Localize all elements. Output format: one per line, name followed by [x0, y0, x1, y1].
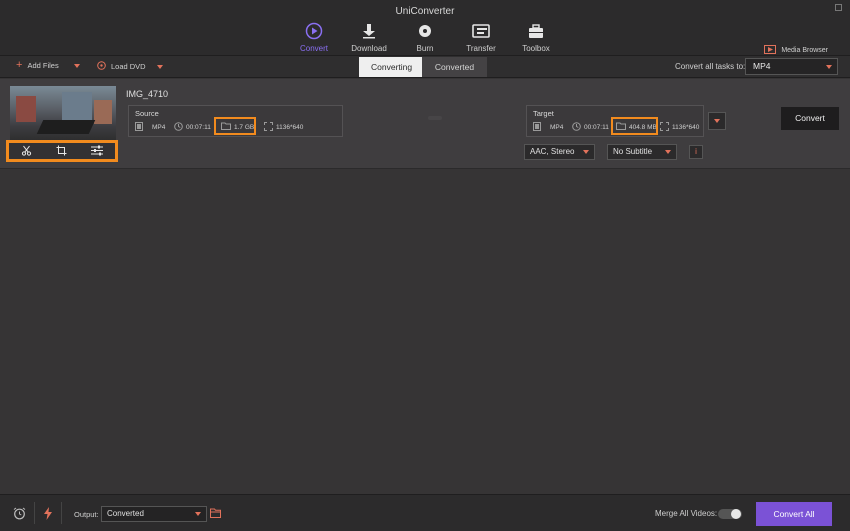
info-icon[interactable]: i	[689, 145, 703, 159]
convert-all-format-select[interactable]: MP4	[745, 58, 838, 75]
app-title: UniConverter	[395, 6, 455, 17]
load-dvd-button[interactable]: Load DVD	[97, 61, 163, 72]
top-toolbar: UniConverter Convert Download Burn Trans…	[0, 0, 850, 56]
bottom-bar: Output: Converted Merge All Videos: Conv…	[0, 494, 850, 531]
subtitle-select[interactable]: No Subtitle	[607, 144, 677, 160]
merge-label: Merge All Videos:	[655, 509, 718, 518]
task-row: IMG_4710 Source MP4 00:07:11 1.7 GB 1136…	[0, 79, 850, 169]
source-size-highlight	[214, 117, 256, 135]
nav-label: Toolbox	[522, 44, 550, 53]
clock-icon	[572, 122, 581, 133]
tab-converting[interactable]: Converting	[359, 57, 422, 77]
media-browser-icon	[764, 44, 777, 56]
nav-toolbox[interactable]: Toolbox	[522, 22, 550, 56]
chevron-down-icon	[583, 150, 589, 154]
chevron-down-icon	[714, 119, 720, 123]
target-size-highlight	[611, 117, 658, 135]
source-resolution: 1136*640	[264, 122, 303, 133]
add-files-button[interactable]: + Add Files	[16, 59, 80, 71]
nav-label: Download	[351, 44, 387, 53]
nav-label: Burn	[416, 44, 434, 53]
burn-icon	[416, 22, 434, 40]
clock-icon	[174, 122, 183, 133]
chevron-down-icon	[826, 65, 832, 69]
target-format: MP4	[533, 122, 563, 133]
tab-switcher: Converting Converted	[359, 57, 487, 77]
folder-open-icon[interactable]	[209, 506, 223, 520]
video-file-icon	[533, 122, 541, 133]
window-icon[interactable]	[835, 4, 842, 11]
convert-all-button[interactable]: Convert All	[756, 502, 832, 526]
target-duration: 00:07:11	[572, 122, 609, 133]
source-title: Source	[135, 109, 159, 118]
toolbox-icon	[527, 22, 545, 40]
arrow-indicator	[428, 116, 442, 120]
nav-download[interactable]: Download	[351, 22, 387, 56]
convert-button[interactable]: Convert	[781, 107, 839, 130]
dvd-icon	[97, 61, 106, 72]
sub-toolbar: + Add Files Load DVD Converting Converte…	[0, 56, 850, 78]
trim-icon[interactable]	[21, 145, 32, 158]
convert-icon	[305, 22, 323, 40]
nav-transfer[interactable]: Transfer	[466, 22, 496, 56]
convert-all-label: Convert all tasks to:	[675, 62, 746, 71]
format-value: MP4	[753, 61, 771, 71]
source-format: MP4	[135, 122, 165, 133]
transfer-icon	[472, 22, 490, 40]
nav-convert[interactable]: Convert	[300, 22, 328, 56]
alarm-clock-icon[interactable]	[12, 506, 26, 520]
output-label: Output:	[74, 510, 99, 519]
output-select[interactable]: Converted	[101, 506, 207, 522]
nav-label: Transfer	[466, 44, 496, 53]
chevron-down-icon[interactable]	[156, 64, 163, 69]
plus-icon: +	[16, 59, 23, 71]
target-resolution: 1136*640	[660, 122, 699, 133]
chevron-down-icon	[665, 150, 671, 154]
file-name: IMG_4710	[126, 89, 169, 99]
edit-tools	[6, 140, 118, 162]
download-icon	[360, 22, 378, 40]
add-files-label: Add Files	[27, 61, 59, 70]
audio-select[interactable]: AAC, Stereo	[524, 144, 595, 160]
video-file-icon	[135, 122, 143, 133]
load-dvd-label: Load DVD	[111, 62, 146, 71]
target-title: Target	[533, 109, 554, 118]
resolution-icon	[264, 122, 273, 133]
lightning-icon[interactable]	[41, 506, 55, 520]
merge-toggle[interactable]	[718, 509, 742, 519]
tab-converted[interactable]: Converted	[422, 57, 487, 77]
resolution-icon	[660, 122, 669, 133]
target-format-dropdown[interactable]	[708, 112, 726, 130]
chevron-down-icon	[195, 512, 201, 516]
toggle-knob	[731, 509, 741, 519]
media-browser-label: Media Browser	[781, 46, 828, 54]
nav-burn[interactable]: Burn	[415, 22, 435, 56]
effects-icon[interactable]	[91, 145, 103, 158]
source-duration: 00:07:11	[174, 122, 211, 133]
video-thumbnail[interactable]	[10, 86, 116, 144]
nav-label: Convert	[300, 44, 329, 53]
media-browser-button[interactable]: Media Browser	[764, 44, 828, 56]
crop-icon[interactable]	[56, 145, 67, 158]
chevron-down-icon[interactable]	[73, 63, 80, 68]
